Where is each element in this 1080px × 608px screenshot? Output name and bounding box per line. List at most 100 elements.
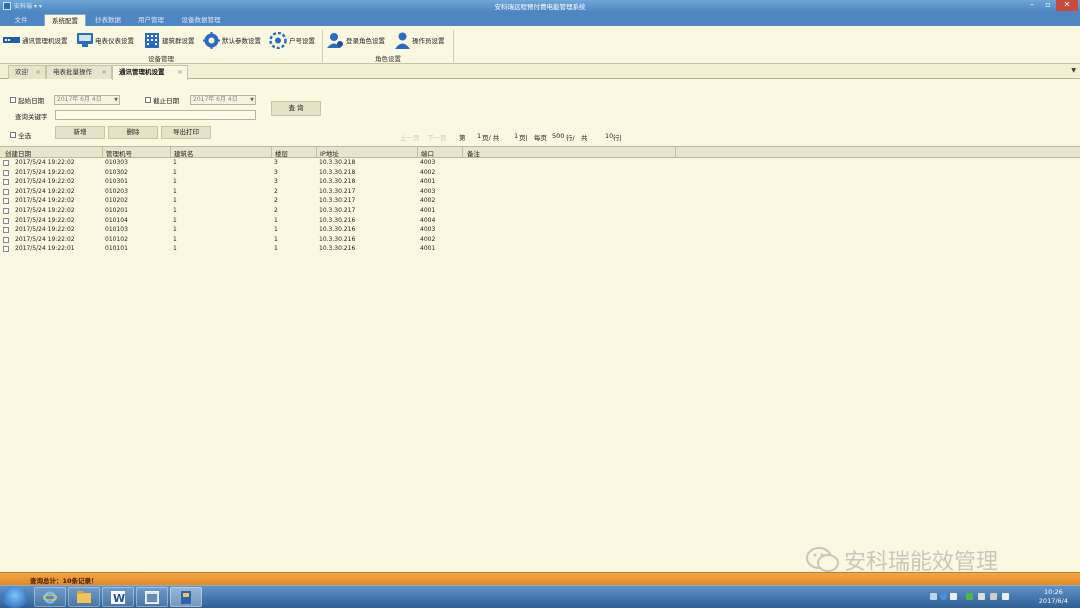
start-date-picker[interactable]: 2017年 6月 4日 ▼	[54, 95, 120, 105]
keyword-input[interactable]	[55, 110, 256, 120]
table-row[interactable]: 2017/5/24 19:22:02 010104 1 1 10.3.30.216 400…	[0, 217, 680, 227]
row-checkbox[interactable]	[3, 169, 9, 176]
start-button[interactable]	[2, 587, 28, 608]
cell-floor: 3	[274, 178, 278, 186]
meter-settings-button[interactable]: 电表仪表设置	[77, 30, 134, 50]
taskbar-window[interactable]	[136, 587, 168, 607]
doc-tab-comm-manager[interactable]: 通讯管理机设置 ×	[112, 65, 188, 80]
table-row[interactable]: 2017/5/24 19:22:02 010203 1 2 10.3.30.217 400…	[0, 188, 680, 198]
column-separator[interactable]	[462, 147, 463, 158]
close-tab-icon[interactable]: ×	[178, 66, 183, 79]
cell-manager-id: 010101	[105, 245, 128, 253]
column-header-created[interactable]: 创建日期	[5, 148, 31, 158]
comm-manager-settings-button[interactable]: 通讯管理机设置	[3, 30, 68, 50]
flag-icon[interactable]	[978, 593, 985, 600]
end-date-checkbox[interactable]	[145, 97, 151, 103]
tab-system-config[interactable]: 系统配置	[44, 14, 86, 26]
end-date-picker[interactable]: 2017年 6月 4日 ▼	[190, 95, 256, 105]
start-date-checkbox-wrap[interactable]: 起始日期	[10, 95, 44, 105]
tab-file[interactable]: 文件	[6, 14, 36, 26]
cell-created: 2017/5/24 19:22:02	[15, 187, 75, 195]
close-tab-icon[interactable]: ×	[36, 66, 41, 79]
prev-page-link[interactable]: 上一页	[400, 132, 420, 142]
current-page-value[interactable]: 1	[477, 132, 481, 140]
cell-manager-id: 010103	[105, 226, 128, 234]
select-all-label: 全选	[18, 132, 32, 140]
document-tab-bar: 欢迎 × 电表批量操作 × 通讯管理机设置 × ▼	[0, 64, 1080, 80]
column-header-building[interactable]: 建筑名	[174, 148, 194, 158]
close-button[interactable]: ✕	[1056, 0, 1078, 11]
close-tab-icon[interactable]: ×	[102, 66, 107, 79]
taskbar-energy-app[interactable]	[170, 587, 202, 607]
dropdown-arrow-icon[interactable]: ▼	[250, 96, 254, 104]
select-all-checkbox-wrap[interactable]: 全选	[10, 130, 31, 140]
login-role-settings-button[interactable]: 登录角色设置	[327, 30, 385, 50]
maximize-button[interactable]: ▫	[1040, 0, 1056, 11]
taskbar-word[interactable]: W	[102, 587, 134, 607]
per-page-value[interactable]: 500	[552, 132, 564, 140]
cell-created: 2017/5/24 19:22:02	[15, 235, 75, 243]
row-checkbox[interactable]	[3, 198, 9, 205]
dropdown-arrow-icon[interactable]: ▼	[114, 96, 118, 104]
start-date-checkbox[interactable]	[10, 97, 16, 103]
doc-tab-welcome[interactable]: 欢迎 ×	[8, 65, 46, 79]
column-separator[interactable]	[675, 147, 676, 158]
column-header-remark[interactable]: 备注	[467, 148, 480, 158]
network-icon[interactable]	[990, 593, 997, 600]
delete-button[interactable]: 删除	[108, 126, 158, 139]
volume-icon[interactable]	[1002, 593, 1009, 600]
cell-building: 1	[173, 159, 177, 166]
clock[interactable]: 10:26 2017/6/4	[1039, 588, 1068, 606]
cell-created: 2017/5/24 19:22:02	[15, 168, 75, 176]
table-row[interactable]: 2017/5/24 19:22:02 010201 1 2 10.3.30.217 400…	[0, 207, 680, 217]
export-print-button[interactable]: 导出打印	[161, 126, 211, 139]
select-all-checkbox[interactable]	[10, 132, 16, 138]
tray-arrow-icon[interactable]	[950, 593, 957, 600]
table-row[interactable]: 2017/5/24 19:22:02 010102 1 1 10.3.30.216 400…	[0, 236, 680, 246]
operator-settings-button[interactable]: 操作员设置	[395, 30, 445, 50]
row-checkbox[interactable]	[3, 246, 9, 253]
row-checkbox[interactable]	[3, 160, 9, 166]
help-icon[interactable]	[940, 593, 947, 600]
building-settings-label: 建筑群设置	[162, 37, 195, 45]
row-checkbox[interactable]	[3, 188, 9, 195]
column-separator[interactable]	[417, 147, 418, 158]
table-row[interactable]: 2017/5/24 19:22:01 010101 1 1 10.3.30.216 400…	[0, 245, 680, 255]
tab-device-data[interactable]: 设备数据管理	[176, 14, 226, 26]
row-checkbox[interactable]	[3, 227, 9, 234]
row-checkbox[interactable]	[3, 208, 9, 214]
account-settings-button[interactable]: 户号设置	[269, 30, 315, 50]
tab-list-dropdown-icon[interactable]: ▼	[1071, 67, 1076, 74]
row-checkbox[interactable]	[3, 179, 9, 186]
end-date-checkbox-wrap[interactable]: 截止日期	[145, 95, 179, 105]
add-button[interactable]: 新增	[55, 126, 105, 139]
column-header-floor[interactable]: 楼层	[275, 148, 288, 158]
column-separator[interactable]	[102, 147, 103, 158]
next-page-link[interactable]: 下一页	[427, 132, 447, 142]
tab-user-management[interactable]: 用户管理	[133, 14, 169, 26]
doc-tab-batch-meter[interactable]: 电表批量操作 ×	[46, 65, 112, 79]
column-separator[interactable]	[271, 147, 272, 158]
taskbar-explorer[interactable]	[68, 587, 100, 607]
column-separator[interactable]	[316, 147, 317, 158]
shield-icon[interactable]	[966, 593, 973, 600]
minimize-button[interactable]: –	[1024, 0, 1040, 11]
query-button[interactable]: 查 询	[271, 101, 321, 116]
building-settings-button[interactable]: 建筑群设置	[144, 30, 195, 50]
column-header-port[interactable]: 端口	[421, 148, 434, 158]
table-row[interactable]: 2017/5/24 19:22:02 010302 1 3 10.3.30.218 400…	[0, 169, 680, 179]
default-params-button[interactable]: 默认参数设置	[203, 30, 261, 50]
row-checkbox[interactable]	[3, 236, 9, 243]
table-row[interactable]: 2017/5/24 19:22:02 010202 1 2 10.3.30.217 400…	[0, 197, 680, 207]
column-separator[interactable]	[170, 147, 171, 158]
row-checkbox[interactable]	[3, 217, 9, 224]
table-row[interactable]: 2017/5/24 19:22:02 010103 1 1 10.3.30.216 400…	[0, 226, 680, 236]
tab-meter-data[interactable]: 抄表数据	[90, 14, 126, 26]
cell-floor: 1	[274, 235, 278, 243]
column-header-ip[interactable]: IP地址	[320, 148, 339, 158]
column-header-manager-id[interactable]: 管理机号	[106, 148, 132, 158]
keyboard-icon[interactable]	[930, 593, 937, 600]
table-row[interactable]: 2017/5/24 19:22:02 010301 1 3 10.3.30.218 400…	[0, 178, 680, 188]
table-row[interactable]: 2017/5/24 19:22:02 010303 1 3 10.3.30.218 400…	[0, 159, 680, 169]
taskbar-ie[interactable]	[34, 587, 66, 607]
